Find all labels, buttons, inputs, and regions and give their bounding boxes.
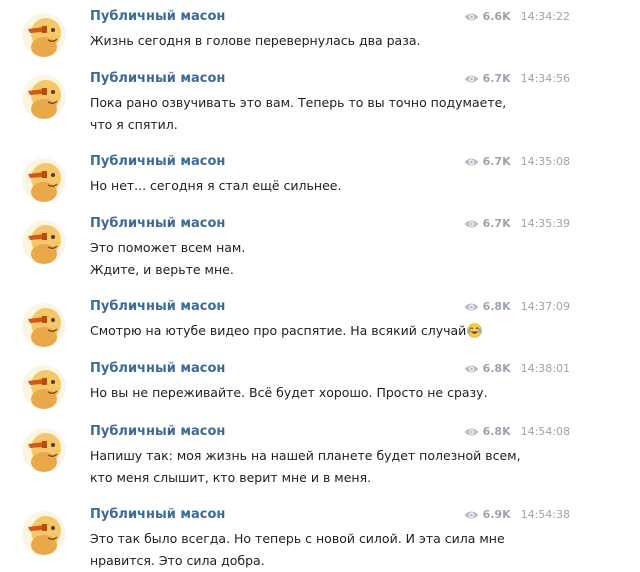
eye-icon [464, 302, 479, 312]
message-line: что я спятил. [90, 117, 178, 132]
message-line: Напишу так: моя жизнь на нашей планете б… [90, 448, 521, 463]
message-meta: 6.7K 14:35:08 [464, 155, 570, 168]
person-avatar-icon[interactable] [22, 365, 66, 409]
message-time: 14:37:09 [520, 300, 570, 313]
message-meta: 6.9K 14:54:38 [464, 508, 570, 521]
message-text: Но нет... сегодня я стал ещё сильнее. [90, 175, 341, 197]
message-text: Пока рано озвучивать это вам. Теперь то … [90, 92, 506, 136]
message-meta: 6.8K 14:54:08 [464, 425, 570, 438]
message-line: Это поможет всем нам. [90, 240, 246, 255]
author-name[interactable]: Публичный масон [90, 361, 225, 376]
message-line: кто меня слышит, кто верит мне и в меня. [90, 470, 372, 485]
author-name[interactable]: Публичный масон [90, 9, 225, 24]
author-name[interactable]: Публичный масон [90, 71, 225, 86]
eye-icon [464, 427, 479, 437]
message-meta: 6.8K 14:38:01 [464, 362, 570, 375]
view-count: 6.8K [482, 300, 511, 313]
message-line-text: Смотрю на ютубе видео про распятие. На в… [90, 323, 467, 338]
view-count: 6.8K [482, 362, 511, 375]
person-avatar-icon[interactable] [22, 428, 66, 472]
message-line: нравится. Это сила добра. [90, 553, 265, 568]
message-meta: 6.8K 14:37:09 [464, 300, 570, 313]
crying-laughing-emoji-icon [467, 323, 483, 338]
eye-icon [464, 364, 479, 374]
message-time: 14:54:08 [520, 425, 570, 438]
message-item: Публичный масон 6.6K 14:34:22 Жизнь сего… [0, 9, 640, 59]
view-count: 6.7K [482, 155, 511, 168]
person-avatar-icon[interactable] [22, 511, 66, 555]
eye-icon [464, 12, 479, 22]
message-line: Смотрю на ютубе видео про распятие. На в… [90, 320, 483, 342]
message-text: Смотрю на ютубе видео про распятие. На в… [90, 320, 483, 342]
person-avatar-icon[interactable] [22, 158, 66, 202]
author-name[interactable]: Публичный масон [90, 507, 225, 522]
message-meta: 6.7K 14:35:39 [464, 217, 570, 230]
message-line: Но вы не переживайте. Всё будет хорошо. … [90, 385, 488, 400]
message-item: Публичный масон 6.8K 14:37:09 Смотрю на … [0, 299, 640, 349]
author-name[interactable]: Публичный масон [90, 424, 225, 439]
message-text: Это так было всегда. Но теперь с новой с… [90, 528, 505, 572]
message-time: 14:35:39 [520, 217, 570, 230]
message-feed: Публичный масон 6.6K 14:34:22 Жизнь сего… [0, 0, 640, 568]
eye-icon [464, 510, 479, 520]
message-line: Но нет... сегодня я стал ещё сильнее. [90, 178, 342, 193]
message-item: Публичный масон 6.9K 14:54:38 Это так бы… [0, 507, 640, 568]
person-avatar-icon[interactable] [22, 75, 66, 119]
eye-icon [464, 74, 479, 84]
message-text: Это поможет всем нам. Ждите, и верьте мн… [90, 237, 245, 281]
author-name[interactable]: Публичный масон [90, 154, 225, 169]
message-line: Жизнь сегодня в голове перевернулась два… [90, 33, 421, 48]
message-item: Публичный масон 6.7K 14:35:08 Но нет... … [0, 154, 640, 204]
view-count: 6.6K [482, 10, 511, 23]
message-item: Публичный масон 6.8K 14:54:08 Напишу так… [0, 424, 640, 494]
person-avatar-icon[interactable] [22, 220, 66, 264]
eye-icon [464, 157, 479, 167]
message-time: 14:34:22 [520, 10, 570, 23]
message-time: 14:38:01 [520, 362, 570, 375]
person-avatar-icon[interactable] [22, 303, 66, 347]
view-count: 6.8K [482, 425, 511, 438]
message-item: Публичный масон 6.7K 14:34:56 Пока рано … [0, 71, 640, 141]
message-text: Напишу так: моя жизнь на нашей планете б… [90, 445, 521, 489]
view-count: 6.7K [482, 217, 511, 230]
message-time: 14:34:56 [520, 72, 570, 85]
view-count: 6.7K [482, 72, 511, 85]
message-meta: 6.6K 14:34:22 [464, 10, 570, 23]
author-name[interactable]: Публичный масон [90, 216, 225, 231]
author-name[interactable]: Публичный масон [90, 299, 225, 314]
message-item: Публичный масон 6.7K 14:35:39 Это поможе… [0, 216, 640, 286]
message-text: Жизнь сегодня в голове перевернулась два… [90, 30, 421, 52]
message-text: Но вы не переживайте. Всё будет хорошо. … [90, 382, 488, 404]
message-line: Это так было всегда. Но теперь с новой с… [90, 531, 505, 546]
message-meta: 6.7K 14:34:56 [464, 72, 570, 85]
eye-icon [464, 219, 479, 229]
person-avatar-icon[interactable] [22, 13, 66, 57]
message-time: 14:54:38 [520, 508, 570, 521]
message-line: Пока рано озвучивать это вам. Теперь то … [90, 95, 507, 110]
view-count: 6.9K [482, 508, 511, 521]
message-line: Ждите, и верьте мне. [90, 262, 234, 277]
message-item: Публичный масон 6.8K 14:38:01 Но вы не п… [0, 361, 640, 411]
message-time: 14:35:08 [520, 155, 570, 168]
